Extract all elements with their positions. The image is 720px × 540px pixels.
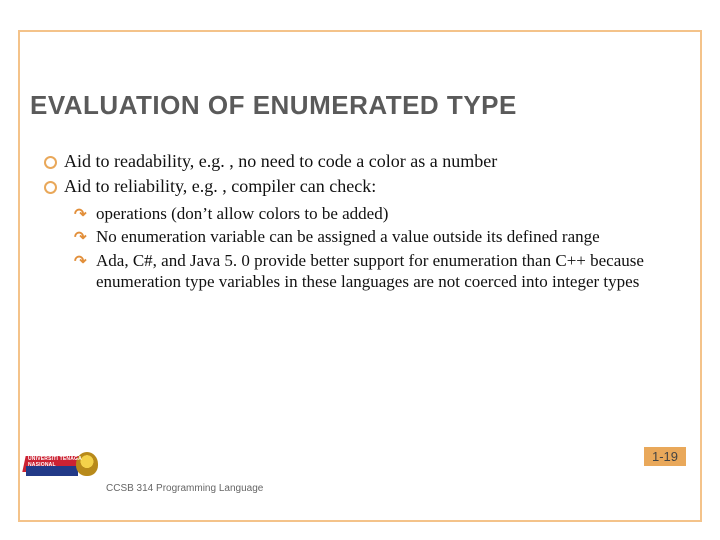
page-number: 1-19 bbox=[644, 447, 686, 466]
list-item-text: operations (don’t allow colors to be add… bbox=[96, 204, 388, 223]
list-item-text: No enumeration variable can be assigned … bbox=[96, 227, 600, 246]
logo-text: UNIVERSITI TENAGA NASIONAL bbox=[28, 456, 98, 468]
slide: EVALUATION OF ENUMERATED TYPE Aid to rea… bbox=[0, 0, 720, 540]
slide-body: Aid to readability, e.g. , no need to co… bbox=[42, 150, 678, 294]
list-item-text: Aid to readability, e.g. , no need to co… bbox=[64, 151, 497, 171]
list-item: ↷ operations (don’t allow colors to be ad… bbox=[74, 203, 678, 224]
university-logo: UNIVERSITI TENAGA NASIONAL bbox=[24, 452, 98, 490]
list-item: Aid to readability, e.g. , no need to co… bbox=[42, 150, 678, 173]
main-list: Aid to readability, e.g. , no need to co… bbox=[42, 150, 678, 292]
list-item: ↷ Ada, C#, and Java 5. 0 provide better s… bbox=[74, 250, 678, 293]
arrow-icon: ↷ bbox=[74, 206, 87, 225]
list-item-text: Ada, C#, and Java 5. 0 provide better su… bbox=[96, 251, 644, 291]
list-item: ↷ No enumeration variable can be assigned… bbox=[74, 226, 678, 247]
sub-list: ↷ operations (don’t allow colors to be ad… bbox=[74, 203, 678, 292]
footer-text: CCSB 314 Programming Language bbox=[106, 483, 263, 494]
list-item-text: Aid to reliability, e.g. , compiler can … bbox=[64, 176, 376, 196]
arrow-icon: ↷ bbox=[74, 253, 87, 272]
slide-title: EVALUATION OF ENUMERATED TYPE bbox=[30, 90, 690, 121]
list-item: Aid to reliability, e.g. , compiler can … bbox=[42, 175, 678, 293]
arrow-icon: ↷ bbox=[74, 229, 87, 248]
